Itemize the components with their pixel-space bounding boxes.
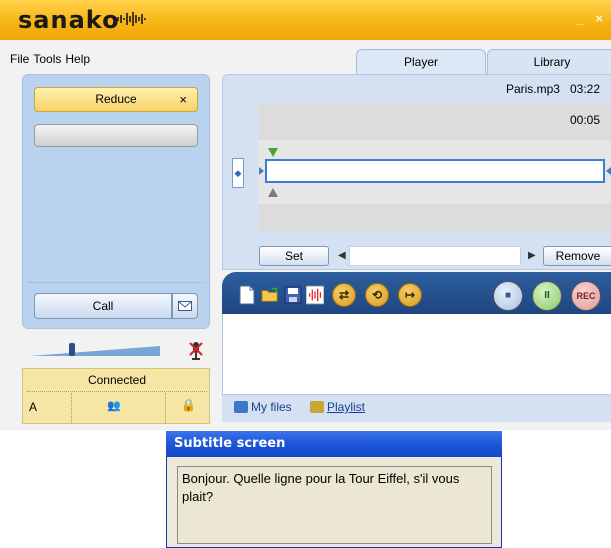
menu-file[interactable]: File — [10, 52, 29, 66]
app-root: sanako _ × File Tools Help Reduce × Call — [0, 0, 611, 548]
tab-library[interactable]: Library — [487, 49, 611, 75]
bookmark-input[interactable] — [349, 246, 521, 266]
tab-player[interactable]: Player — [356, 49, 486, 75]
tab-playlist-label: Playlist — [327, 400, 366, 414]
tab-my-files[interactable]: My files — [234, 400, 292, 414]
divider — [71, 393, 72, 423]
divider — [28, 282, 204, 283]
repeat-icon[interactable]: ⟲ — [365, 283, 389, 307]
call-button[interactable]: Call — [34, 293, 172, 319]
waveform-icon[interactable] — [306, 285, 324, 305]
channel-label: A — [29, 400, 38, 414]
title-bar[interactable]: sanako _ × — [0, 0, 611, 40]
close-icon[interactable]: × — [179, 88, 187, 111]
group-icon: 👥 — [107, 400, 121, 412]
new-icon[interactable] — [238, 285, 256, 305]
bookmark-prev-icon[interactable]: ◀ — [338, 250, 346, 261]
subtitle-text: Bonjour. Quelle ligne pour la Tour Eiffe… — [177, 466, 492, 544]
reduce-button[interactable]: Reduce × — [34, 87, 198, 112]
track-left-arrow-icon — [259, 167, 264, 175]
open-folder-icon[interactable] — [261, 285, 279, 305]
exit-icon[interactable]: ↦ — [398, 283, 422, 307]
menu-tools[interactable]: Tools — [33, 52, 61, 66]
bookmark-next-icon[interactable]: ▶ — [528, 250, 536, 261]
envelope-icon — [178, 300, 192, 311]
file-name: Paris.mp3 — [505, 82, 560, 96]
connection-status-box: Connected A 👥 🔒 — [22, 368, 210, 424]
window-controls[interactable]: _ × — [577, 11, 607, 26]
end-marker-icon[interactable] — [268, 188, 278, 197]
waveform-logo-icon — [117, 12, 146, 26]
volume-slider[interactable] — [30, 344, 160, 358]
reduce-label: Reduce — [95, 92, 137, 106]
playback-position: 00:05 — [569, 113, 600, 127]
remove-bookmark-button[interactable]: Remove — [543, 246, 611, 266]
folder-icon — [234, 401, 248, 413]
connection-status: Connected — [87, 373, 147, 387]
record-button[interactable]: REC — [571, 281, 601, 311]
tab-playlist[interactable]: Playlist — [310, 400, 365, 414]
shuffle-icon[interactable]: ⇄ — [332, 283, 356, 307]
app-logo: sanako — [18, 6, 120, 34]
file-list[interactable] — [222, 314, 611, 394]
track-bar[interactable] — [265, 159, 605, 183]
set-bookmark-button[interactable]: Set — [259, 246, 329, 266]
divider — [165, 393, 166, 423]
microphone-muted-icon[interactable] — [188, 340, 204, 362]
zoom-handle[interactable]: ◆ — [232, 158, 244, 188]
menu-help[interactable]: Help — [65, 52, 90, 66]
playlist-icon — [310, 401, 324, 413]
pause-button[interactable]: II — [532, 281, 562, 311]
subtitle-window-title[interactable]: Subtitle screen — [166, 431, 502, 457]
stop-button[interactable]: ■ — [493, 281, 523, 311]
start-marker-icon[interactable] — [268, 148, 278, 157]
menu-bar: File Tools Help — [10, 52, 94, 66]
tab-my-files-label: My files — [251, 400, 292, 414]
divider — [27, 391, 207, 392]
volume-slider-knob[interactable] — [69, 343, 75, 356]
disabled-button — [34, 124, 198, 147]
lock-icon: 🔒 — [181, 398, 196, 412]
message-button[interactable] — [172, 293, 198, 319]
file-duration: 03:22 — [569, 82, 600, 96]
file-info: Paris.mp3 03:22 — [496, 82, 600, 96]
track-right-arrow-icon — [606, 167, 611, 175]
save-icon[interactable] — [284, 285, 302, 305]
left-panel — [22, 74, 210, 329]
